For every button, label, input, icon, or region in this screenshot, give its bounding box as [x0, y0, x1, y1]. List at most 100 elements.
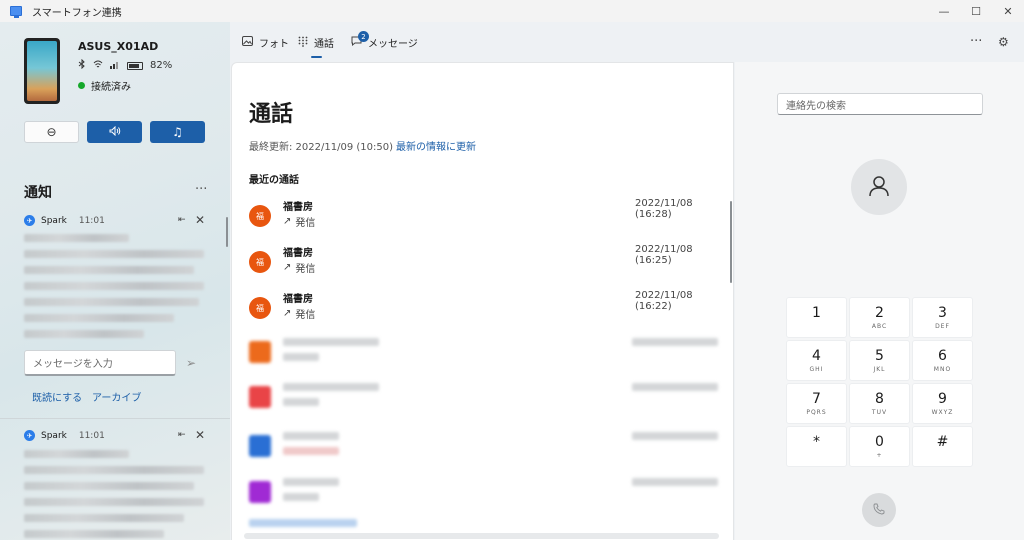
tab-calls[interactable]: 通話 — [298, 35, 334, 50]
notifications-more-button[interactable]: ··· — [195, 182, 207, 197]
tab-photos[interactable]: フォト — [242, 35, 289, 50]
redacted-text — [24, 266, 194, 274]
key-digit: 0 — [875, 433, 884, 450]
phone-image — [24, 38, 60, 104]
redacted-text — [283, 338, 379, 346]
call-type: 発信 — [295, 310, 316, 321]
close-button[interactable]: ✕ — [992, 0, 1024, 22]
call-history-row[interactable]: 福 福書房 ↗ 発信 2022/11/08 (16:22) — [232, 287, 722, 333]
dialpad-key-2[interactable]: 2 ABC — [849, 297, 910, 338]
redacted-text — [24, 282, 204, 290]
key-letters: TUV — [871, 408, 888, 416]
recent-calls-title: 最近の通話 — [249, 175, 299, 186]
audio-button[interactable] — [87, 121, 142, 143]
call-history-row[interactable]: 福 福書房 ↗ 発信 2022/11/08 (16:28) — [232, 195, 722, 241]
notifications-title: 通知 — [24, 185, 52, 201]
contact-name: 福書房 — [283, 248, 313, 259]
reply-input[interactable]: メッセージを入力 — [24, 350, 176, 376]
mark-read-link[interactable]: 既読にする — [32, 389, 82, 404]
call-history-row[interactable] — [232, 335, 722, 381]
call-type: 発信 — [295, 218, 316, 229]
call-history-row[interactable] — [232, 380, 722, 426]
maximize-button[interactable]: ☐ — [960, 0, 992, 22]
window-title: スマートフォン連携 — [32, 7, 122, 19]
tab-photos-label: フォト — [259, 39, 289, 50]
dialpad-key-7[interactable]: 7 PQRS — [786, 383, 847, 424]
dialpad-key-1[interactable]: 1 — [786, 297, 847, 338]
key-digit: 5 — [875, 347, 884, 364]
contact-search-input[interactable]: 連絡先の検索 — [777, 93, 983, 115]
dismiss-notification-button[interactable]: ✕ — [195, 213, 205, 227]
do-not-disturb-button[interactable]: ⊖ — [24, 121, 79, 143]
key-digit: # — [936, 433, 949, 450]
media-button[interactable]: ♫ — [150, 121, 205, 143]
redacted-text — [283, 432, 339, 440]
photo-icon — [242, 36, 253, 49]
redacted-text — [24, 530, 164, 538]
call-history-row[interactable] — [232, 429, 722, 475]
title-bar: スマートフォン連携 — ☐ ✕ — [0, 0, 1024, 22]
call-date: 2022/11/08 (16:25) — [635, 244, 693, 266]
key-digit: 3 — [938, 304, 947, 321]
person-icon — [867, 174, 891, 201]
dialpad-key-8[interactable]: 8 TUV — [849, 383, 910, 424]
unread-messages-badge: 2 — [358, 31, 369, 42]
dialpad-key-4[interactable]: 4 GHI — [786, 340, 847, 381]
notifications-scrollbar[interactable] — [226, 217, 228, 247]
calls-title: 通話 — [249, 102, 294, 127]
notification-header: ✈ Spark 11:01 — [24, 430, 105, 441]
call-button[interactable] — [862, 493, 896, 527]
signal-icon — [110, 60, 120, 72]
refresh-link[interactable]: 最新の情報に更新 — [396, 138, 476, 153]
redacted-avatar — [249, 386, 271, 408]
connection-status-label: 接続済み — [91, 82, 131, 93]
dialpad-key-star[interactable]: * — [786, 426, 847, 467]
minimize-button[interactable]: — — [928, 0, 960, 22]
dialpad-key-3[interactable]: 3 DEF — [912, 297, 973, 338]
dialpad-icon — [298, 36, 308, 50]
redacted-link[interactable] — [249, 519, 357, 527]
dismiss-notification-button[interactable]: ✕ — [195, 428, 205, 442]
dialpad-key-6[interactable]: 6 MNO — [912, 340, 973, 381]
quick-actions: ⊖ ♫ — [24, 121, 205, 143]
call-type: 発信 — [295, 264, 316, 275]
volume-icon — [109, 125, 121, 139]
more-options-button[interactable]: ··· — [970, 34, 982, 49]
do-not-disturb-icon: ⊖ — [46, 125, 57, 139]
pin-icon[interactable]: ⇤ — [178, 215, 186, 225]
key-digit: 6 — [938, 347, 947, 364]
tab-messages-label: メッセージ — [368, 39, 418, 50]
outgoing-call-icon: ↗ — [283, 308, 292, 319]
redacted-text — [632, 383, 718, 391]
dialpad-key-0[interactable]: 0 + — [849, 426, 910, 467]
call-date: 2022/11/08 (16:22) — [635, 290, 693, 312]
bluetooth-icon — [78, 58, 86, 72]
calls-panel: 通話 最終更新: 2022/11/09 (10:50) 最新の情報に更新 最近の… — [231, 62, 734, 540]
key-letters: JKL — [873, 365, 886, 373]
dialpad-key-5[interactable]: 5 JKL — [849, 340, 910, 381]
redacted-text — [632, 432, 718, 440]
redacted-avatar — [249, 341, 271, 363]
connection-status: 接続済み — [78, 78, 131, 93]
key-digit: 2 — [875, 304, 884, 321]
redacted-text — [283, 493, 319, 501]
pin-icon[interactable]: ⇤ — [178, 430, 186, 440]
redacted-text — [24, 450, 129, 458]
spark-app-icon: ✈ — [24, 215, 35, 226]
call-history-row[interactable]: 福 福書房 ↗ 発信 2022/11/08 (16:25) — [232, 241, 722, 287]
calls-scrollbar[interactable] — [730, 201, 732, 283]
call-date: 2022/11/08 (16:28) — [635, 198, 693, 220]
redacted-avatar — [249, 435, 271, 457]
redacted-text — [632, 478, 718, 486]
call-history-row[interactable] — [232, 475, 722, 521]
settings-gear-icon[interactable]: ⚙ — [998, 35, 1009, 49]
send-icon[interactable]: ➢ — [186, 356, 196, 370]
horizontal-scrollbar[interactable] — [244, 533, 719, 539]
dialpad-key-9[interactable]: 9 WXYZ — [912, 383, 973, 424]
dialpad-key-hash[interactable]: # — [912, 426, 973, 467]
archive-link[interactable]: アーカイブ — [92, 389, 141, 404]
contact-placeholder-avatar — [851, 159, 907, 215]
contact-name: 福書房 — [283, 202, 313, 213]
key-digit: 7 — [812, 390, 821, 407]
redacted-text — [24, 466, 204, 474]
